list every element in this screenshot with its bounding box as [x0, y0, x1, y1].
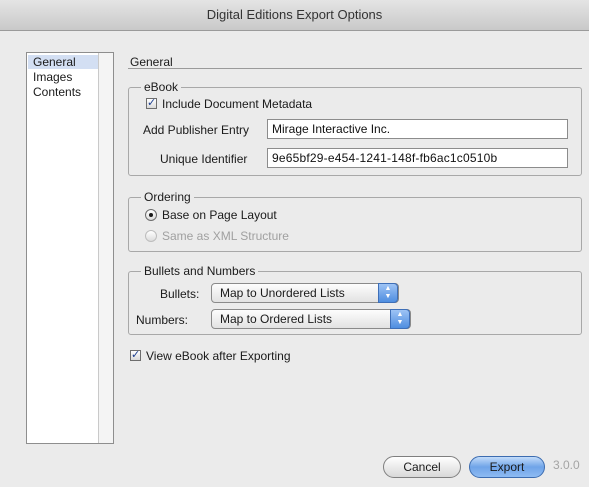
updown-arrows-icon: ▲ ▼: [378, 283, 398, 303]
sidebar-item-general[interactable]: General: [28, 55, 105, 69]
ordering-page-layout-radio[interactable]: [145, 209, 157, 221]
include-metadata-label: Include Document Metadata: [162, 97, 313, 111]
export-button[interactable]: Export: [469, 456, 545, 478]
category-list[interactable]: General Images Contents: [26, 52, 114, 444]
checkmark-icon: ✓: [147, 97, 157, 109]
ordering-group: [128, 197, 582, 252]
publisher-entry-label: Add Publisher Entry: [143, 123, 250, 137]
numbers-select[interactable]: Map to Ordered Lists ▲ ▼: [211, 309, 411, 329]
version-label: 3.0.0: [553, 458, 580, 472]
publisher-entry-field[interactable]: [267, 119, 568, 139]
sidebar-item-images[interactable]: Images: [33, 70, 72, 84]
updown-arrows-icon: ▲ ▼: [390, 309, 410, 329]
bullets-select[interactable]: Map to Unordered Lists ▲ ▼: [211, 283, 399, 303]
ebook-group-title: eBook: [141, 80, 182, 94]
numbers-select-value: Map to Ordered Lists: [220, 312, 333, 326]
sidebar-scrollbar[interactable]: [98, 53, 113, 443]
ordering-page-layout-label: Base on Page Layout: [162, 208, 277, 222]
bullets-numbers-group-title: Bullets and Numbers: [141, 264, 259, 278]
unique-identifier-label: Unique Identifier: [160, 152, 248, 166]
ordering-xml-structure-label: Same as XML Structure: [162, 229, 289, 243]
panel-title: General: [130, 55, 173, 69]
cancel-button[interactable]: Cancel: [383, 456, 461, 478]
checkmark-icon: ✓: [131, 349, 141, 361]
bullets-select-value: Map to Unordered Lists: [220, 286, 345, 300]
view-after-export-checkbox[interactable]: ✓: [130, 350, 141, 361]
window-title: Digital Editions Export Options: [0, 0, 589, 31]
numbers-label: Numbers:: [136, 313, 189, 327]
panel-title-divider: [128, 68, 582, 69]
ordering-xml-structure-radio[interactable]: [145, 230, 157, 242]
ordering-group-title: Ordering: [141, 190, 194, 204]
include-metadata-checkbox[interactable]: ✓: [146, 98, 157, 109]
sidebar-item-contents[interactable]: Contents: [33, 85, 81, 99]
view-after-export-label: View eBook after Exporting: [146, 349, 291, 363]
bullets-label: Bullets:: [160, 287, 200, 301]
unique-identifier-field[interactable]: [267, 148, 568, 168]
export-options-dialog: Digital Editions Export Options General …: [0, 0, 589, 487]
